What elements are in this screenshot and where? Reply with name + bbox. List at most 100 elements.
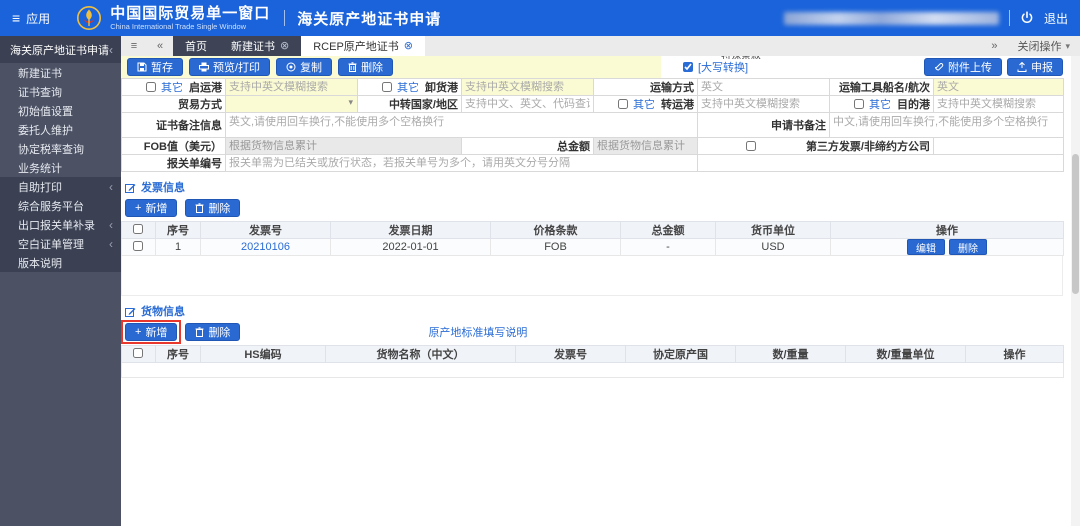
trade-mode-select[interactable]: ▾ bbox=[225, 95, 358, 113]
sidebar-item-initial-settings[interactable]: 初始值设置 bbox=[0, 101, 121, 120]
destination-port-input[interactable] bbox=[937, 98, 1060, 110]
goods-delete-label: 删除 bbox=[208, 327, 231, 339]
sidebar-item-new-certificate[interactable]: 新建证书 bbox=[0, 63, 121, 82]
sidebar-item-label: 出口报关单补录 bbox=[18, 219, 95, 232]
cert-remarks-textarea[interactable] bbox=[229, 113, 694, 137]
destination-port-other-checkbox[interactable] bbox=[854, 99, 864, 109]
col-quantity-weight-unit: 数/重量单位 bbox=[845, 345, 966, 363]
col-currency: 货币单位 bbox=[715, 221, 831, 239]
app-menu-button[interactable]: ≡ 应用 bbox=[12, 10, 50, 27]
col-goods-name-cn: 货物名称（中文） bbox=[325, 345, 516, 363]
discharge-port-input[interactable] bbox=[465, 81, 590, 93]
invoice-delete-button[interactable]: 删除 bbox=[185, 199, 241, 217]
preview-print-button[interactable]: 预览/打印 bbox=[189, 58, 271, 76]
tab-rcep-certificate[interactable]: RCEP原产地证书 ⊗ bbox=[301, 36, 425, 56]
sidebar-item-certificate-query[interactable]: 证书查询 bbox=[0, 82, 121, 101]
copy-button[interactable]: 复制 bbox=[276, 58, 333, 76]
brand-logo-icon bbox=[77, 6, 102, 30]
sidebar-collapse-icon[interactable]: ‹ bbox=[109, 43, 113, 57]
close-icon[interactable]: ⊗ bbox=[404, 40, 413, 52]
tab-list-icon[interactable]: ≡ bbox=[121, 36, 147, 56]
other-label: 其它 bbox=[161, 82, 183, 94]
sidebar-item-label: 证书查询 bbox=[18, 86, 62, 99]
attachment-upload-button[interactable]: 附件上传 bbox=[924, 58, 1002, 76]
toolbar-strip-right: 特殊条款 [大写转换] 附件上传 bbox=[661, 56, 1063, 78]
invoice-row-checkbox[interactable] bbox=[132, 241, 143, 251]
printer-icon bbox=[199, 62, 209, 72]
certificate-form: 其它 启运港 其它 卸货港 bbox=[121, 78, 1064, 172]
tab-scroll-left-icon[interactable]: « bbox=[147, 36, 173, 56]
invoice-row-currency: USD bbox=[715, 238, 831, 256]
invoice-add-button[interactable]: + 新增 bbox=[125, 199, 178, 217]
sidebar-item-client-maintenance[interactable]: 委托人维护 bbox=[0, 120, 121, 139]
tab-scroll-right-icon[interactable]: » bbox=[981, 36, 1007, 56]
sidebar-title[interactable]: 海关原产地证书申请 ‹ bbox=[0, 36, 121, 63]
transshipment-port-other-checkbox[interactable] bbox=[618, 99, 628, 109]
origin-criteria-guide-link[interactable]: 原产地标准填写说明 bbox=[428, 324, 527, 340]
sidebar-item-export-declaration[interactable]: 出口报关单补录 ‹ bbox=[0, 215, 121, 234]
toolbar-strip: 暂存 预览/打印 复制 删除 [大写转换] 附件上传 申报 bbox=[121, 56, 1063, 78]
transit-country-input[interactable] bbox=[465, 98, 590, 110]
save-draft-button[interactable]: 暂存 bbox=[127, 58, 183, 76]
sidebar-item-business-stats[interactable]: 业务统计 bbox=[0, 158, 121, 177]
invoice-select-all-checkbox[interactable] bbox=[132, 224, 143, 234]
forward-icon: » bbox=[991, 40, 998, 52]
power-icon[interactable] bbox=[1020, 11, 1034, 25]
invoice-row-edit-button[interactable]: 编辑 bbox=[907, 239, 945, 255]
invoice-row-delete-button[interactable]: 删除 bbox=[949, 239, 987, 255]
destination-port-label-cell: 其它 目的港 bbox=[829, 95, 934, 113]
tab-new-certificate[interactable]: 新建证书 ⊗ bbox=[219, 36, 302, 56]
invoice-table: 序号 发票号 发票日期 价格条款 总金额 货币单位 操作 1 20210106 bbox=[121, 221, 1064, 256]
invoice-row-date: 2022-01-01 bbox=[330, 238, 491, 256]
uppercase-convert-input[interactable] bbox=[683, 62, 693, 72]
vessel-voyage-input[interactable] bbox=[937, 81, 1060, 93]
goods-empty-row bbox=[121, 362, 1064, 378]
application-remarks-textarea[interactable] bbox=[833, 113, 1060, 137]
departure-port-input[interactable] bbox=[229, 81, 354, 93]
other-label: 其它 bbox=[869, 99, 891, 111]
fob-value-input bbox=[229, 140, 458, 152]
col-price-term: 价格条款 bbox=[490, 221, 621, 239]
delete-button[interactable]: 删除 bbox=[338, 58, 394, 76]
scrollbar-thumb[interactable] bbox=[1072, 154, 1079, 294]
close-operations-dropdown[interactable]: 关闭操作 ▾ bbox=[1007, 36, 1080, 56]
trade-mode-input[interactable] bbox=[229, 98, 354, 110]
chevron-down-icon: ▾ bbox=[1065, 40, 1070, 51]
col-hs-code: HS编码 bbox=[200, 345, 326, 363]
transshipment-port-label-cell: 其它 转运港 bbox=[593, 95, 698, 113]
uppercase-convert-checkbox[interactable]: [大写转换] bbox=[683, 59, 748, 75]
invoice-section-header: 发票信息 bbox=[125, 179, 1063, 195]
declaration-no-label: 报关单编号 bbox=[167, 158, 222, 170]
declare-button[interactable]: 申报 bbox=[1007, 58, 1063, 76]
sidebar-item-label: 版本说明 bbox=[18, 257, 62, 270]
transport-mode-input[interactable] bbox=[701, 81, 826, 93]
close-operations-label: 关闭操作 bbox=[1017, 41, 1062, 53]
goods-delete-button[interactable]: 删除 bbox=[185, 323, 241, 341]
col-invoice-no: 发票号 bbox=[515, 345, 626, 363]
vertical-scrollbar[interactable] bbox=[1071, 56, 1080, 526]
brand-title-en: China International Trade Single Window bbox=[110, 21, 247, 31]
rewind-icon: « bbox=[156, 40, 164, 52]
invoice-no-link[interactable]: 20210106 bbox=[241, 241, 290, 253]
sidebar-item-service-platform[interactable]: 综合服务平台 bbox=[0, 196, 121, 215]
goods-select-all-checkbox[interactable] bbox=[132, 348, 143, 358]
close-icon[interactable]: ⊗ bbox=[280, 40, 289, 52]
invoice-delete-label: 删除 bbox=[208, 203, 231, 215]
sidebar-item-self-print[interactable]: 自助打印 ‹ bbox=[0, 177, 121, 196]
declaration-no-input[interactable] bbox=[229, 157, 694, 169]
third-party-invoice-checkbox[interactable] bbox=[701, 141, 801, 151]
sidebar-item-label: 协定税率查询 bbox=[18, 143, 84, 156]
transshipment-port-label: 转运港 bbox=[661, 99, 694, 111]
col-invoice-date: 发票日期 bbox=[330, 221, 491, 239]
discharge-port-other-checkbox[interactable] bbox=[382, 82, 392, 92]
sidebar-item-tariff-query[interactable]: 协定税率查询 bbox=[0, 139, 121, 158]
departure-port-other-checkbox[interactable] bbox=[146, 82, 156, 92]
goods-add-button[interactable]: + 新增 bbox=[125, 323, 178, 341]
sidebar-item-version-notes[interactable]: 版本说明 bbox=[0, 253, 121, 272]
tab-home[interactable]: 首页 bbox=[173, 36, 219, 56]
sidebar-item-blank-certificates[interactable]: 空白证单管理 ‹ bbox=[0, 234, 121, 253]
transshipment-port-input[interactable] bbox=[701, 98, 826, 110]
logout-button[interactable]: 退出 bbox=[1044, 10, 1068, 27]
invoice-header-row: 序号 发票号 发票日期 价格条款 总金额 货币单位 操作 bbox=[121, 221, 1064, 239]
sidebar-title-label: 海关原产地证书申请 bbox=[10, 44, 109, 57]
